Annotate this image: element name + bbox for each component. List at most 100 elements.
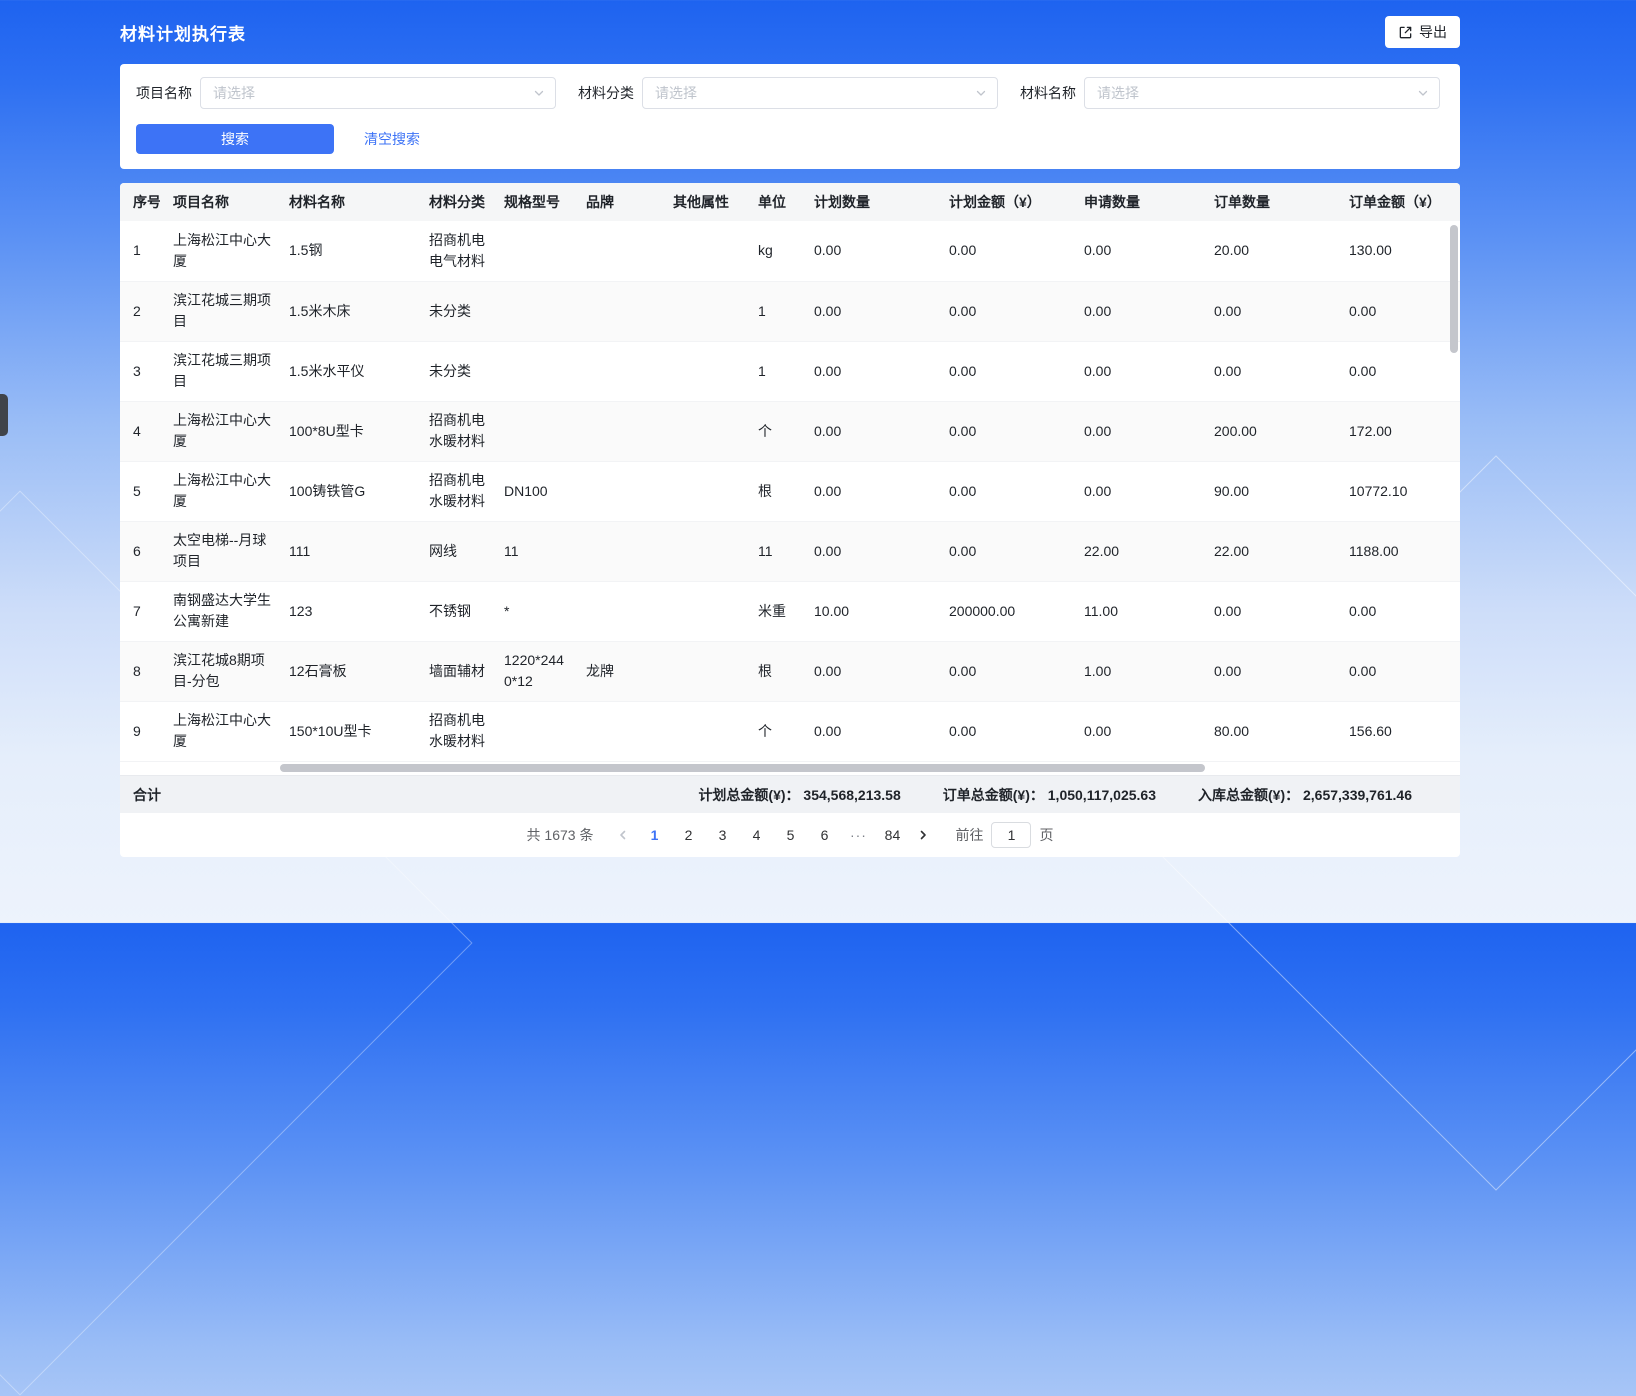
table-cell: 7 xyxy=(120,581,160,641)
table-cell: 1188.00 xyxy=(1336,521,1460,581)
vertical-scrollbar[interactable] xyxy=(1450,225,1458,353)
table-row[interactable]: 6太空电梯--月球项目111网线11110.000.0022.0022.0011… xyxy=(120,521,1460,581)
table-cell xyxy=(573,281,660,341)
table-row[interactable]: 8滨江花城8期项目-分包12石膏板墙面辅材1220*2440*12龙牌根0.00… xyxy=(120,641,1460,701)
pagination-ellipsis[interactable]: ··· xyxy=(844,821,872,849)
filter-panel: 项目名称 请选择 材料分类 请选择 材料名称 xyxy=(120,64,1460,169)
previous-page-button[interactable] xyxy=(609,821,637,849)
table-cell: 0.00 xyxy=(936,341,1071,401)
table-cell: 200000.00 xyxy=(936,581,1071,641)
select-placeholder: 请选择 xyxy=(1097,83,1139,103)
table-row[interactable]: 4上海松江中心大厦100*8U型卡招商机电水暖材料个0.000.000.0020… xyxy=(120,401,1460,461)
table-row[interactable]: 9上海松江中心大厦150*10U型卡招商机电水暖材料个0.000.000.008… xyxy=(120,701,1460,761)
table-cell: 0.00 xyxy=(936,281,1071,341)
page-button[interactable]: 84 xyxy=(878,821,906,849)
table-cell: 1.5米木床 xyxy=(276,281,416,341)
select-placeholder: 请选择 xyxy=(655,83,697,103)
drawer-handle[interactable] xyxy=(0,394,8,436)
table-row[interactable]: 7南钢盛达大学生公寓新建123不锈钢*米重10.00200000.0011.00… xyxy=(120,581,1460,641)
table-cell: 墙面辅材 xyxy=(416,641,491,701)
table-cell: 90.00 xyxy=(1201,461,1336,521)
table-row[interactable]: 2滨江花城三期项目1.5米木床未分类10.000.000.000.000.00 xyxy=(120,281,1460,341)
table-cell: 1.00 xyxy=(1071,641,1201,701)
page-button[interactable]: 1 xyxy=(640,821,668,849)
page-button[interactable]: 6 xyxy=(810,821,838,849)
table-cell: 0.00 xyxy=(1336,341,1460,401)
goto-label: 前往 xyxy=(955,825,983,845)
table-cell: 1 xyxy=(120,221,160,281)
table-cell: 0.00 xyxy=(1201,641,1336,701)
table-cell: 滨江花城三期项目 xyxy=(160,281,276,341)
column-header: 订单金额（¥） xyxy=(1336,183,1460,221)
table-cell: 网线 xyxy=(416,521,491,581)
table-cell: 0.00 xyxy=(801,221,936,281)
filter-label-material-category: 材料分类 xyxy=(578,83,634,103)
filter-group-material-category: 材料分类 请选择 xyxy=(578,77,998,109)
table-cell: 0.00 xyxy=(1201,341,1336,401)
table-cell xyxy=(491,281,573,341)
table-cell: 个 xyxy=(745,401,801,461)
table-cell: 上海松江中心大厦 xyxy=(160,221,276,281)
summary-label: 合计 xyxy=(133,785,161,805)
table-cell: 招商机电水暖材料 xyxy=(416,461,491,521)
page-button[interactable]: 5 xyxy=(776,821,804,849)
material-plan-table: 序号项目名称材料名称材料分类规格型号品牌其他属性单位计划数量计划金额（¥）申请数… xyxy=(120,183,1460,762)
table-cell xyxy=(660,221,745,281)
table-cell xyxy=(573,581,660,641)
top-bar: 材料计划执行表 导出 xyxy=(120,0,1460,64)
table-cell: 0.00 xyxy=(1071,341,1201,401)
project-name-select[interactable]: 请选择 xyxy=(200,77,556,109)
table-cell: 根 xyxy=(745,641,801,701)
table-cell: 0.00 xyxy=(936,641,1071,701)
chevron-down-icon xyxy=(1417,87,1429,99)
table-row[interactable]: 1上海松江中心大厦1.5钢招商机电电气材料kg0.000.000.0020.00… xyxy=(120,221,1460,281)
material-category-select[interactable]: 请选择 xyxy=(642,77,998,109)
table-cell: DN100 xyxy=(491,461,573,521)
table-row[interactable]: 3滨江花城三期项目1.5米水平仪未分类10.000.000.000.000.00 xyxy=(120,341,1460,401)
table-cell: 0.00 xyxy=(801,641,936,701)
chevron-down-icon xyxy=(975,87,987,99)
filter-group-project: 项目名称 请选择 xyxy=(136,77,556,109)
material-name-select[interactable]: 请选择 xyxy=(1084,77,1440,109)
page-button[interactable]: 4 xyxy=(742,821,770,849)
table-cell: 22.00 xyxy=(1071,521,1201,581)
column-header: 计划数量 xyxy=(801,183,936,221)
page-title: 材料计划执行表 xyxy=(120,20,246,45)
goto-suffix: 页 xyxy=(1039,825,1053,845)
table-cell: 3 xyxy=(120,341,160,401)
page-button[interactable]: 2 xyxy=(674,821,702,849)
filter-label-material-name: 材料名称 xyxy=(1020,83,1076,103)
table-cell: 8 xyxy=(120,641,160,701)
horizontal-scrollbar[interactable] xyxy=(280,764,1205,772)
data-table-card: 序号项目名称材料名称材料分类规格型号品牌其他属性单位计划数量计划金额（¥）申请数… xyxy=(120,183,1460,857)
table-cell: 个 xyxy=(745,701,801,761)
next-page-button[interactable] xyxy=(909,821,937,849)
table-cell: 130.00 xyxy=(1336,221,1460,281)
search-button[interactable]: 搜索 xyxy=(136,124,334,154)
table-cell: 11 xyxy=(491,521,573,581)
table-cell: 0.00 xyxy=(1336,581,1460,641)
table-cell: 80.00 xyxy=(1201,701,1336,761)
filter-group-material-name: 材料名称 请选择 xyxy=(1020,77,1440,109)
clear-search-button[interactable]: 清空搜索 xyxy=(358,128,426,150)
summary-item: 计划总金额(¥)： 354,568,213.58 xyxy=(698,785,900,805)
table-cell: 招商机电水暖材料 xyxy=(416,401,491,461)
table-cell: 上海松江中心大厦 xyxy=(160,461,276,521)
export-button[interactable]: 导出 xyxy=(1385,16,1460,48)
select-placeholder: 请选择 xyxy=(213,83,255,103)
goto-page-input[interactable] xyxy=(991,822,1031,848)
page-button[interactable]: 3 xyxy=(708,821,736,849)
table-cell xyxy=(491,401,573,461)
table-cell: 招商机电水暖材料 xyxy=(416,701,491,761)
column-header: 品牌 xyxy=(573,183,660,221)
table-cell: 1.5钢 xyxy=(276,221,416,281)
table-row[interactable]: 5上海松江中心大厦100铸铁管G招商机电水暖材料DN100根0.000.000.… xyxy=(120,461,1460,521)
table-cell: 123 xyxy=(276,581,416,641)
table-cell xyxy=(573,701,660,761)
column-header: 项目名称 xyxy=(160,183,276,221)
column-header: 其他属性 xyxy=(660,183,745,221)
table-cell: kg xyxy=(745,221,801,281)
table-cell xyxy=(660,281,745,341)
table-cell: 11.00 xyxy=(1071,581,1201,641)
table-cell: 上海松江中心大厦 xyxy=(160,701,276,761)
